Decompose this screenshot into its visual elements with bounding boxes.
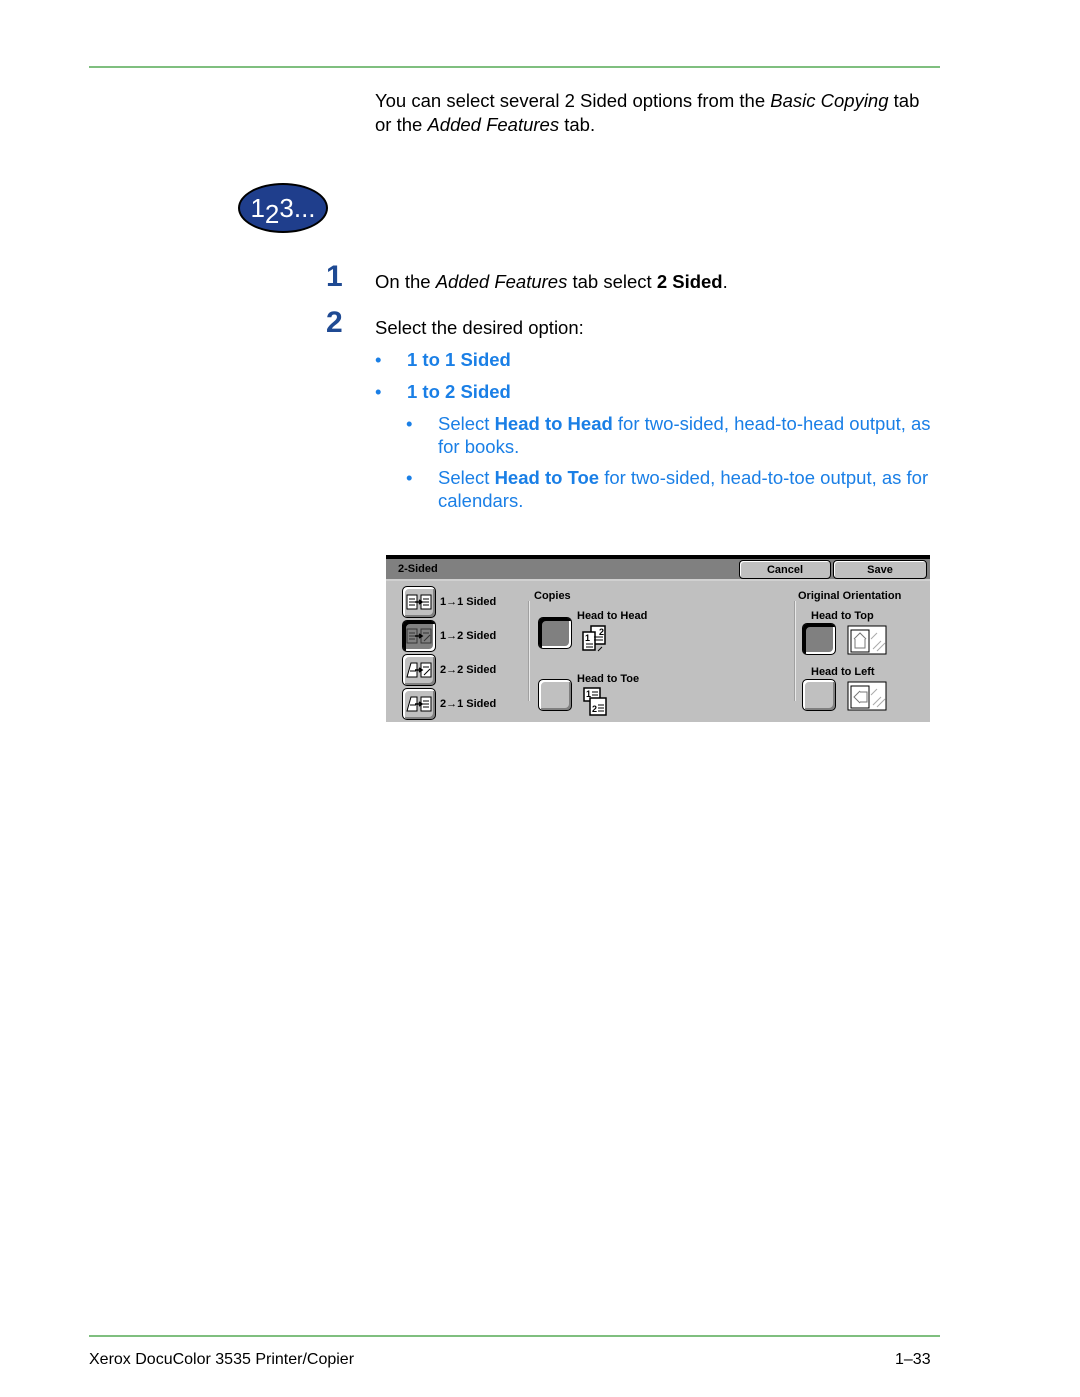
head-to-top-label: Head to Top [811,610,874,622]
procedure-badge: 1 2 3... [238,183,328,233]
page-two-glyph: 2 [592,704,597,714]
suboption-item: • Select Head to Toe for two-sided, head… [406,467,929,511]
original-orientation-label: Original Orientation [798,590,902,602]
orientation-divider [794,601,796,701]
screen-title: 2-Sided [398,563,438,575]
step-text: Select the desired option: [375,317,584,338]
head-to-head-label: Head to Head [577,610,648,622]
section-divider [528,601,530,701]
copies-label: Copies [534,590,571,602]
step-number: 1 [326,260,343,293]
one-to-two-sided-icon [406,628,432,644]
cancel-button[interactable]: Cancel [739,560,831,579]
footer-rule [89,1335,940,1337]
two-to-two-sided-icon [406,662,432,678]
one-to-two-sided-button[interactable] [402,620,436,652]
save-button[interactable]: Save [833,560,927,579]
head-to-top-button[interactable] [802,623,836,655]
footer-title: Xerox DocuColor 3535 Printer/Copier [89,1351,355,1368]
page-number: 1–33 [895,1351,931,1368]
two-to-one-sided-icon [406,696,432,712]
head-to-toe-label: Head to Toe [577,673,640,685]
head-to-toe-icon: 1 2 [583,687,607,716]
page-two-glyph: 2 [599,627,604,637]
head-to-left-button[interactable] [802,679,836,711]
head-to-head-button[interactable] [538,617,572,649]
header-rule [89,66,940,68]
two-sided-screen: 2-Sided Cancel Save 1→1 Sided 1→2 Sided … [386,555,930,722]
head-to-head-icon: 2 1 [582,625,606,652]
suboption-item: • Select Head to Head for two-sided, hea… [406,413,931,457]
page-one-glyph: 1 [586,689,591,699]
page-one-glyph: 1 [585,633,590,643]
two-to-one-sided-button[interactable] [402,688,436,720]
one-to-one-sided-icon [406,594,432,610]
two-to-two-sided-button[interactable] [402,654,436,686]
head-to-left-icon [847,681,887,711]
head-to-left-label: Head to Left [811,666,875,678]
step-number: 2 [326,306,343,339]
one-to-one-sided-button[interactable] [402,586,436,618]
intro-paragraph: You can select several 2 Sided options f… [375,90,920,135]
one-to-two-sided-label: 1→2 Sided [440,630,497,642]
one-to-one-sided-label: 1→1 Sided [440,596,497,608]
step-text: On the Added Features tab select 2 Sided… [375,271,728,292]
head-to-toe-button[interactable] [538,679,572,711]
two-to-one-sided-label: 2→1 Sided [440,698,497,710]
two-to-two-sided-label: 2→2 Sided [440,664,497,676]
head-to-top-icon [847,625,887,655]
